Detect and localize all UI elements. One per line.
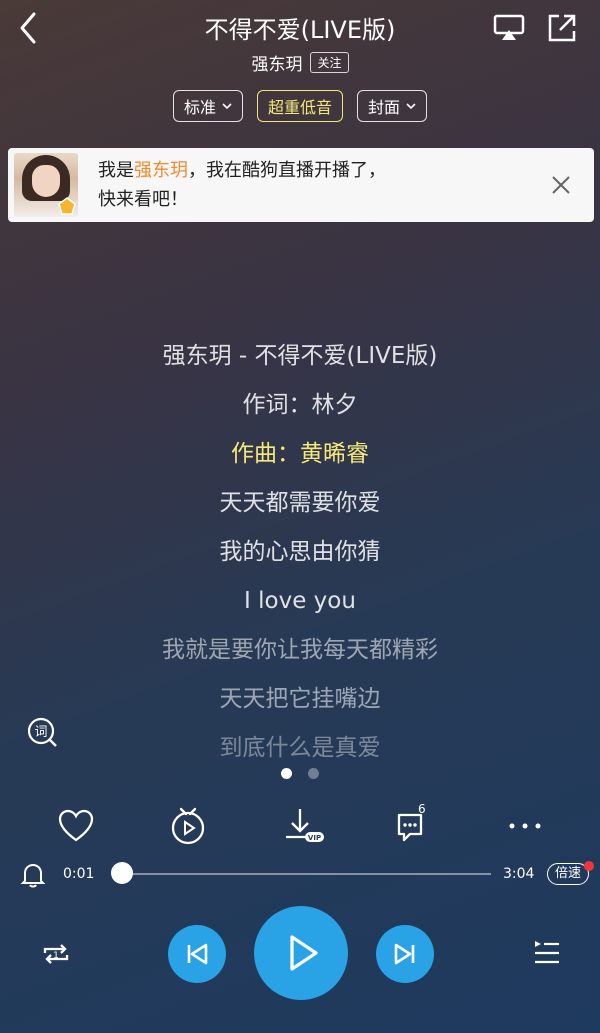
lyric-line: 天天把它挂嘴边	[219, 686, 381, 712]
speed-button[interactable]: 倍速	[547, 863, 589, 885]
next-icon	[394, 943, 415, 965]
share-icon	[548, 14, 576, 42]
play-icon	[290, 935, 318, 971]
current-time: 0:01	[63, 866, 95, 882]
artist-name[interactable]: 强东玥	[251, 50, 302, 75]
comment-icon	[397, 813, 423, 842]
more-icon	[509, 823, 541, 829]
banner-message: 我是强东玥，我在酷狗直播开播了， 快来看吧！	[98, 160, 386, 210]
lyric-line: 我的心思由你猜	[219, 539, 381, 565]
chevron-down-icon	[222, 103, 232, 110]
page-indicator	[0, 768, 600, 779]
cover-chip[interactable]: 封面	[357, 90, 428, 122]
sound-effect-label: 超重低音	[267, 98, 332, 117]
download-icon: VIP	[286, 809, 324, 842]
previous-button[interactable]	[168, 925, 226, 983]
comments-button[interactable]: 6	[394, 802, 434, 846]
progress-knob[interactable]	[110, 862, 133, 884]
mv-button[interactable]	[168, 806, 208, 846]
page-dot[interactable]	[308, 768, 319, 779]
follow-button[interactable]: 关注	[310, 52, 349, 73]
new-dot	[584, 861, 594, 871]
more-button[interactable]	[506, 806, 546, 846]
close-banner-button[interactable]	[550, 174, 572, 196]
bell-icon	[20, 863, 46, 888]
lyric-line-active: 作曲：黄晞睿	[231, 441, 369, 467]
chevron-down-icon	[406, 103, 416, 110]
lyrics-search-icon: 词	[27, 717, 57, 747]
airplay-button[interactable]	[492, 12, 526, 44]
svg-text:词: 词	[34, 725, 47, 740]
lyrics-panel[interactable]: 强东玥 - 不得不爱(LIVE版) 作词：林夕 作曲：黄晞睿 天天都需要你爱 我…	[0, 332, 600, 773]
like-button[interactable]	[56, 806, 96, 846]
previous-icon	[187, 943, 208, 965]
lyric-line: 强东玥 - 不得不爱(LIVE版)	[162, 343, 438, 369]
playlist-icon	[535, 941, 559, 964]
next-button[interactable]	[376, 925, 434, 983]
lyric-line: I love you	[244, 588, 356, 614]
lyric-line: 我就是要你让我每天都精彩	[162, 637, 438, 663]
lyric-line: 天天都需要你爱	[219, 490, 381, 516]
live-banner[interactable]: 我是强东玥，我在酷狗直播开播了， 快来看吧！	[8, 148, 594, 222]
heart-icon	[58, 809, 94, 842]
close-icon	[552, 176, 570, 194]
action-bar: VIP 6	[0, 802, 600, 848]
live-badge-icon	[58, 197, 76, 215]
cover-label: 封面	[368, 98, 401, 117]
download-button[interactable]: VIP	[280, 806, 324, 846]
total-time: 3:04	[503, 866, 535, 882]
share-button[interactable]	[546, 12, 578, 44]
repeat-one-icon: 1	[43, 944, 69, 964]
page-dot-active[interactable]	[281, 768, 292, 779]
play-mode-button[interactable]: 1	[40, 938, 72, 970]
lyric-line: 到底什么是真爱	[219, 735, 381, 761]
quality-label: 标准	[183, 98, 216, 117]
sound-effect-chip[interactable]: 超重低音	[256, 90, 343, 122]
cast-icon	[493, 14, 525, 40]
artist-row: 强东玥 关注	[0, 50, 600, 75]
sound-chips: 标准 超重低音 封面	[0, 90, 600, 122]
playlist-button[interactable]	[532, 938, 562, 968]
quality-chip[interactable]: 标准	[172, 90, 243, 122]
svg-text:1: 1	[53, 951, 59, 961]
comment-count: 6	[418, 802, 426, 816]
lyrics-search-button[interactable]: 词	[26, 716, 58, 748]
vip-badge: VIP	[308, 834, 321, 842]
banner-streamer-name: 强东玥	[134, 160, 188, 181]
progress-track[interactable]	[120, 873, 491, 875]
streamer-avatar	[14, 153, 78, 217]
play-button[interactable]	[254, 906, 348, 1000]
lyric-line: 作词：林夕	[242, 392, 358, 418]
sleep-timer-button[interactable]	[20, 862, 46, 888]
video-icon	[171, 807, 205, 845]
